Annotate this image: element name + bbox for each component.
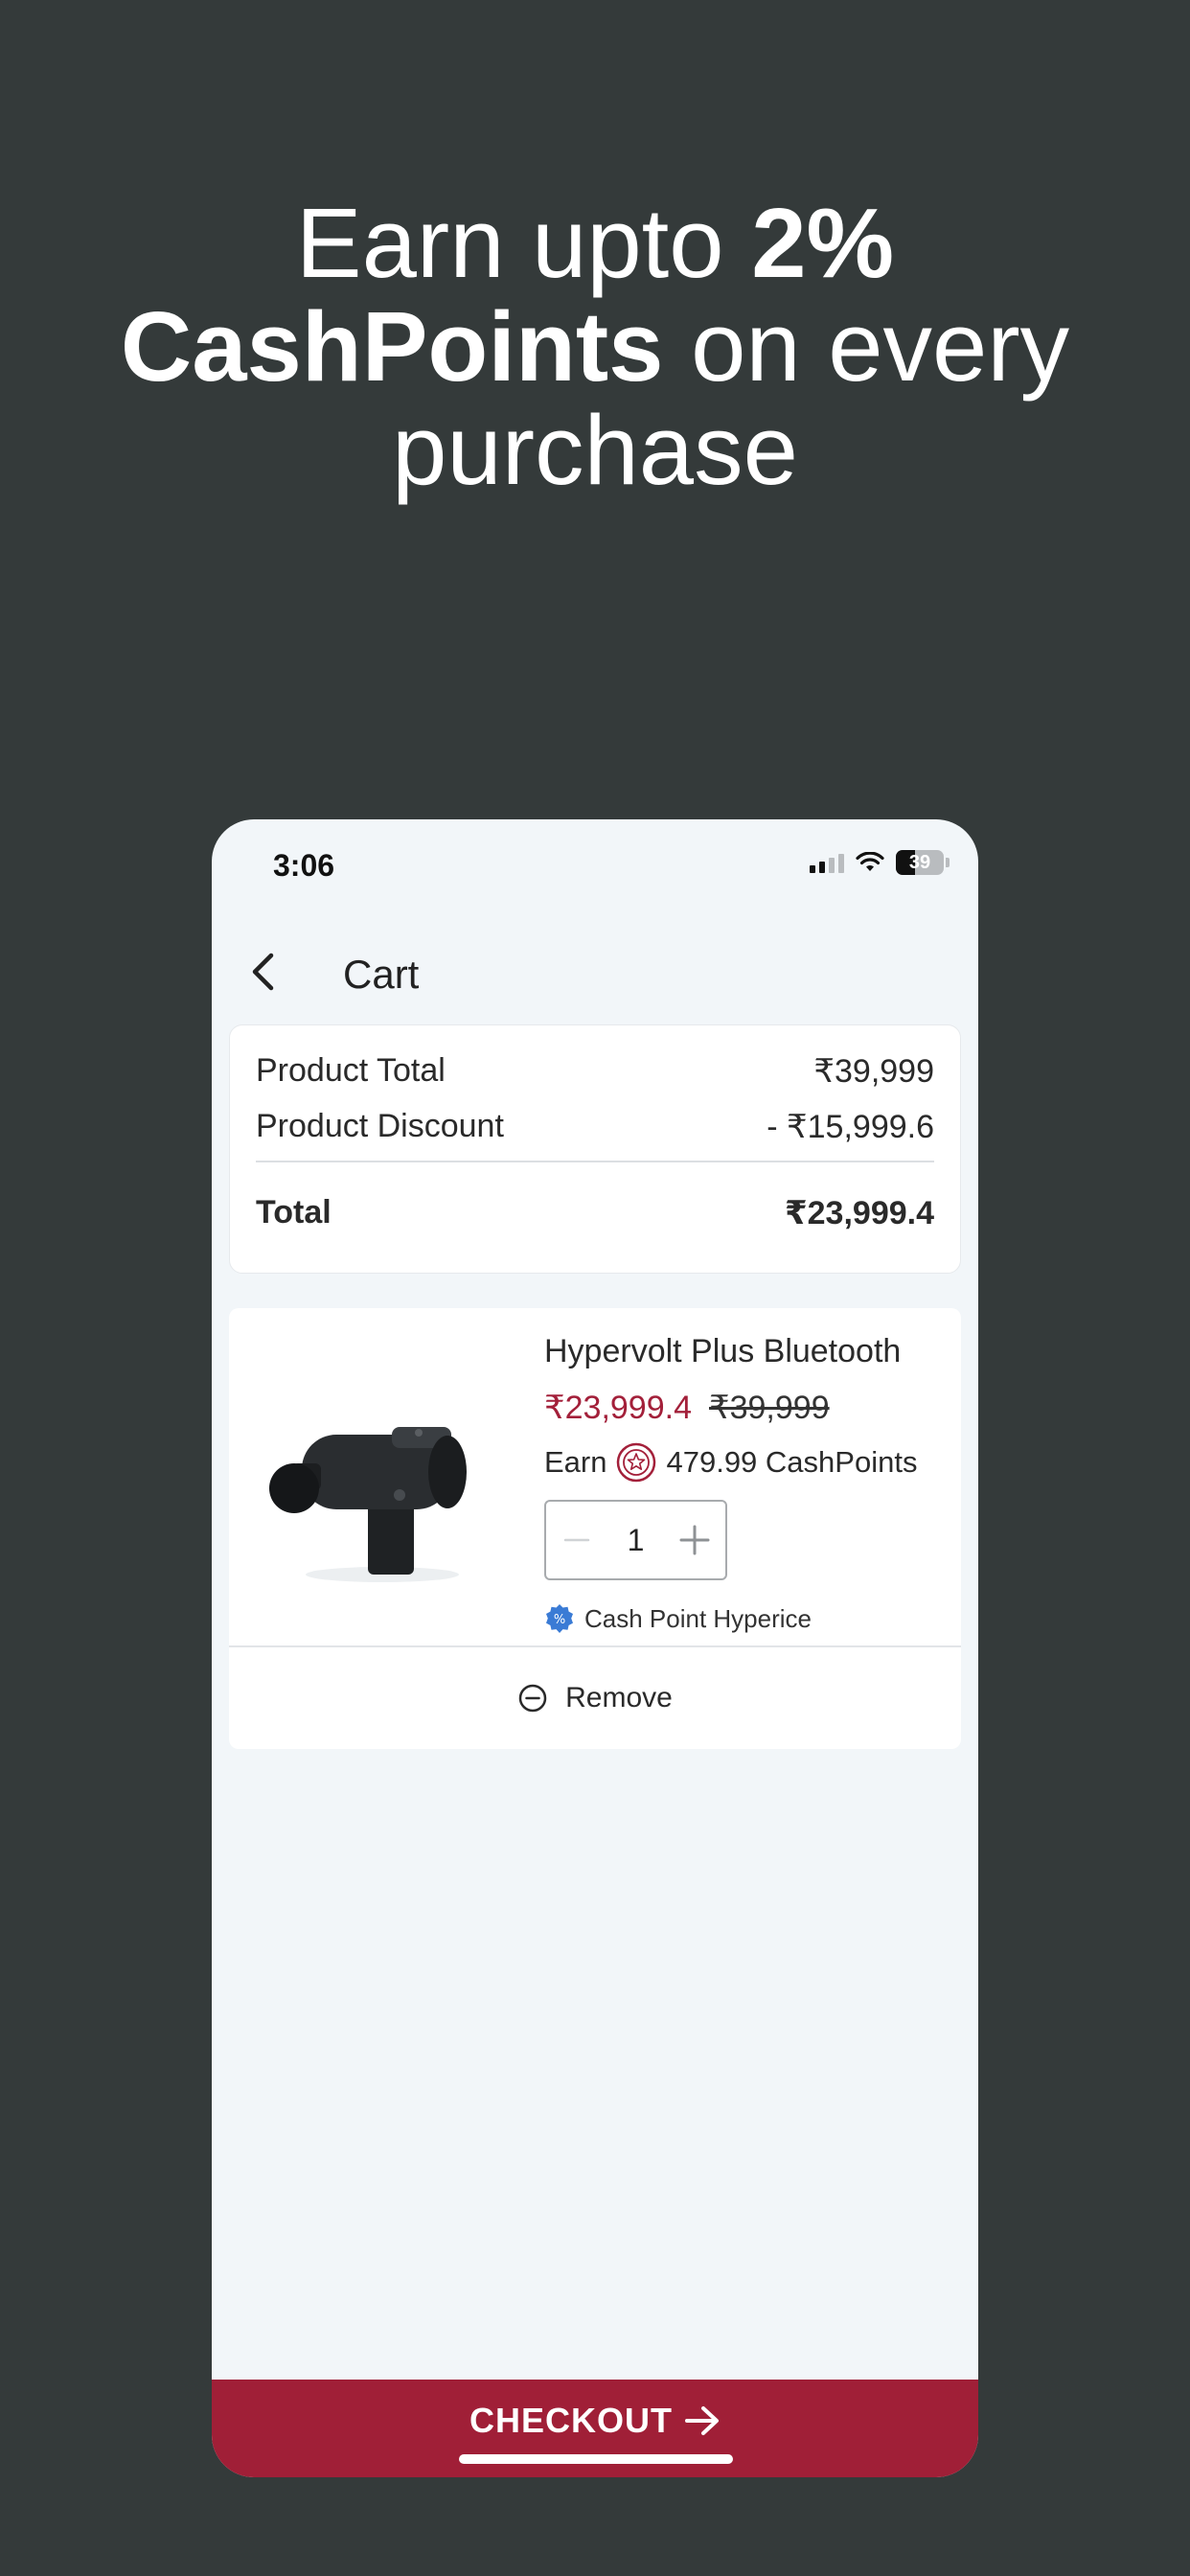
offer-label: Cash Point Hyperice	[584, 1603, 812, 1633]
cart-item-card: Hypervolt Plus Bluetooth ₹23,999.4 ₹39,99…	[229, 1308, 961, 1749]
battery-level: 39	[908, 852, 931, 873]
battery-icon: 39	[896, 850, 944, 875]
chevron-left-icon	[252, 953, 274, 991]
back-button[interactable]	[240, 948, 288, 996]
product-image[interactable]	[267, 1375, 497, 1596]
phone-screen: 3:06 39 Cart Product Total ₹39,999 Produ…	[212, 819, 978, 2477]
discount-badge-icon: %	[546, 1604, 573, 1633]
promo-highlight-percent: 2%	[751, 188, 895, 298]
app-header: Cart	[212, 934, 978, 1011]
cashpoints-coin-icon	[617, 1442, 656, 1483]
quantity-value: 1	[627, 1522, 645, 1557]
summary-row-product-discount: Product Discount - ₹15,999.6	[256, 1108, 934, 1146]
remove-button[interactable]: Remove	[229, 1647, 961, 1749]
promo-text: Earn upto	[295, 188, 752, 298]
total-label: Total	[256, 1194, 332, 1230]
promo-text: on every	[663, 291, 1070, 402]
cellular-signal-icon	[810, 852, 844, 873]
earn-cashpoints-row: Earn 479.99 CashPoints	[544, 1442, 917, 1483]
earn-label: Earn	[544, 1445, 607, 1479]
status-icons: 39	[810, 850, 950, 875]
total-value: ₹23,999.4	[784, 1195, 934, 1231]
status-time: 3:06	[273, 848, 335, 883]
home-indicator[interactable]	[459, 2454, 733, 2464]
battery-tip	[946, 858, 950, 867]
original-price: ₹39,999	[708, 1390, 830, 1426]
page-title: Cart	[343, 952, 420, 997]
status-bar: 3:06 39	[212, 819, 978, 915]
summary-row-product-total: Product Total ₹39,999	[256, 1052, 934, 1091]
minus-icon	[563, 1538, 590, 1542]
promo-highlight-cashpoints: CashPoints	[120, 291, 664, 402]
earn-value: 479.99 CashPoints	[666, 1445, 918, 1479]
summary-row-total: Total ₹23,999.4	[256, 1194, 934, 1232]
quantity-stepper: 1	[544, 1500, 727, 1580]
summary-label: Product Total	[256, 1052, 446, 1089]
summary-value: - ₹15,999.6	[767, 1109, 934, 1145]
decrease-quantity-button[interactable]	[560, 1523, 594, 1557]
promo-headline: Earn upto 2% CashPoints on every purchas…	[0, 192, 1190, 502]
summary-value: ₹39,999	[813, 1053, 934, 1090]
sale-price: ₹23,999.4	[544, 1390, 692, 1426]
promo-text: purchase	[392, 395, 798, 505]
price-row: ₹23,999.4 ₹39,999	[544, 1389, 830, 1427]
plus-icon	[679, 1525, 710, 1555]
arrow-right-icon	[685, 2406, 719, 2435]
remove-circle-icon	[518, 1684, 547, 1713]
increase-quantity-button[interactable]	[677, 1523, 712, 1557]
summary-label: Product Discount	[256, 1108, 504, 1144]
wifi-icon	[856, 852, 884, 871]
checkout-button[interactable]: CHECKOUT	[212, 2401, 978, 2441]
summary-divider	[256, 1161, 934, 1162]
remove-label: Remove	[565, 1682, 673, 1714]
checkout-label: CHECKOUT	[469, 2401, 673, 2440]
checkout-bar: CHECKOUT	[212, 2380, 978, 2477]
offer-tag: % Cash Point Hyperice	[544, 1603, 812, 1634]
price-summary-card: Product Total ₹39,999 Product Discount -…	[229, 1024, 961, 1274]
product-name[interactable]: Hypervolt Plus Bluetooth	[544, 1333, 901, 1370]
svg-text:%: %	[554, 1613, 565, 1627]
